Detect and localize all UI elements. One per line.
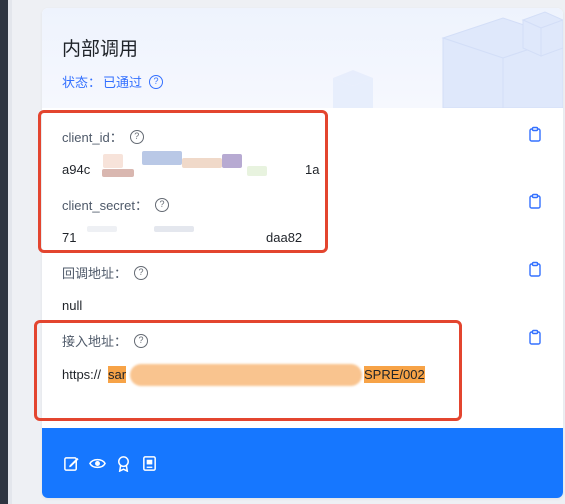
callback-label: 回调地址：: [62, 266, 128, 281]
badge-icon[interactable]: [115, 455, 132, 472]
annotation-box: [34, 320, 462, 421]
edit-icon[interactable]: [63, 455, 80, 472]
status-value: 已通过: [103, 75, 143, 90]
card-action-bar: [42, 428, 563, 498]
field-label-callback: 回调地址： ?: [62, 263, 149, 282]
copy-icon[interactable]: [527, 329, 543, 345]
document-icon[interactable]: [141, 455, 158, 472]
app-card: 内部调用 状态： 已通过 ? client_id： ? a94c 1a clie…: [42, 8, 563, 498]
left-rail: [0, 0, 12, 504]
status-row: 状态： 已通过 ?: [62, 72, 164, 91]
status-label: 状态：: [62, 75, 102, 90]
callback-value: null: [62, 298, 83, 313]
view-icon[interactable]: [89, 455, 106, 472]
card-header: 内部调用 状态： 已通过 ?: [42, 8, 563, 108]
copy-icon[interactable]: [527, 126, 543, 142]
decorative-cubes-illustration: [333, 11, 563, 108]
card-title: 内部调用: [62, 39, 139, 60]
copy-icon[interactable]: [527, 193, 543, 209]
copy-icon[interactable]: [527, 261, 543, 277]
annotation-box: [38, 110, 328, 253]
help-icon[interactable]: ?: [134, 265, 149, 280]
help-icon[interactable]: ?: [149, 74, 164, 89]
